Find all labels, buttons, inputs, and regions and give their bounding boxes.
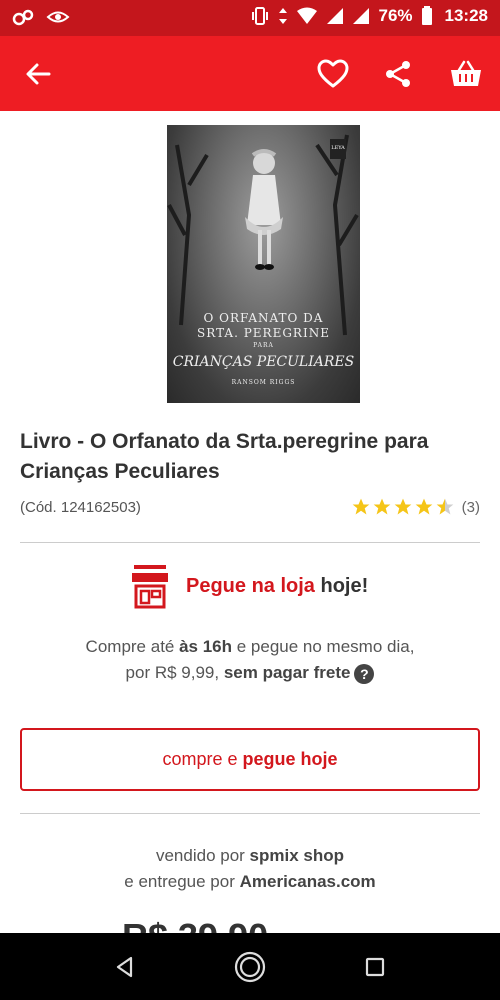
favorite-button[interactable] (313, 54, 353, 94)
nav-home-button[interactable] (233, 950, 267, 984)
pickup-info-line1: Compre até às 16h e pegue no mesmo dia, (0, 633, 500, 661)
vibrate-icon (252, 7, 269, 25)
cover-title-line4: CRIANÇAS PECULIARES (172, 354, 355, 370)
price-partial: R$ 39,90 (122, 918, 382, 934)
store-icon (132, 565, 168, 609)
star-icon (394, 498, 411, 515)
pickup-today-button[interactable]: compre e pegue hoje (20, 728, 480, 791)
half-star-icon (436, 498, 453, 515)
data-transfer-icon (279, 8, 288, 24)
battery-icon (421, 6, 432, 25)
system-nav-bar (0, 933, 500, 1000)
share-button[interactable] (378, 54, 418, 94)
price-value: R$ 39,90 (122, 918, 382, 934)
divider (20, 542, 480, 543)
triangle-back-icon (116, 956, 133, 978)
circle-home-icon (234, 951, 266, 983)
pickup-title: Pegue na loja hoje! (186, 575, 368, 598)
seller-name[interactable]: spmix shop (250, 846, 344, 865)
notification-icon (12, 9, 34, 26)
sold-by-label: vendido por (155, 846, 250, 865)
app-bar (0, 36, 500, 111)
nav-back-button[interactable] (108, 950, 142, 984)
delivery-company: Americanas.com (239, 872, 376, 891)
heart-icon (317, 59, 349, 88)
pickup-title-rest: hoje! (314, 574, 369, 597)
square-recents-icon (365, 957, 385, 977)
basket-icon (451, 60, 481, 86)
battery-percent: 76% (378, 6, 413, 25)
pickup-info-line2: por R$ 9,99, sem pagar frete? (0, 659, 500, 687)
delivered-by-label: e entregue por (124, 872, 240, 891)
seller-line2: e entregue por Americanas.com (0, 868, 500, 896)
product-image[interactable]: LEYA O ORFANATO DA SRTA. PEREGRINE PARA … (167, 125, 360, 403)
signal-icon-2 (353, 8, 370, 24)
share-icon (386, 61, 410, 87)
clock: 13:28 (444, 6, 488, 25)
pickup-button-label: compre e (162, 749, 238, 769)
star-icon (373, 498, 390, 515)
arrow-left-icon (26, 63, 51, 85)
cover-author: RANSOM RIGGS (231, 379, 296, 386)
status-bar: 76% 13:28 (0, 0, 500, 36)
cover-title-line2: SRTA. PEREGRINE (197, 326, 330, 340)
cover-publisher: LEYA (331, 145, 345, 151)
signal-icon (327, 8, 344, 24)
pickup-deadline: às 16h (179, 637, 233, 656)
eye-icon (46, 11, 70, 23)
pickup-price-text: por R$ 9,99, (125, 663, 224, 682)
pickup-button-label-bold: pegue hoje (242, 749, 338, 769)
cart-button[interactable] (446, 54, 486, 94)
product-code: (Cód. 124162503) (20, 499, 141, 516)
rating-stars (351, 497, 455, 517)
product-title: Livro - O Orfanato da Srta.peregrine par… (20, 430, 429, 483)
cover-title-line3: PARA (253, 342, 274, 349)
star-icon (352, 498, 369, 515)
rating[interactable]: (3) (351, 497, 480, 517)
cover-title-line1: O ORFANATO DA (203, 311, 324, 325)
rating-count: (3) (461, 498, 480, 516)
star-icon (415, 498, 432, 515)
book-cover: LEYA O ORFANATO DA SRTA. PEREGRINE PARA … (167, 125, 360, 403)
pickup-info-text: e pegue no mesmo dia, (232, 637, 415, 656)
help-icon[interactable]: ? (354, 663, 375, 684)
pickup-header: Pegue na loja hoje! (130, 563, 368, 609)
divider (20, 813, 480, 814)
no-shipping-text: sem pagar frete (223, 663, 351, 682)
pickup-info-text: Compre até (85, 637, 180, 656)
nav-recents-button[interactable] (358, 950, 392, 984)
pickup-title-highlight: Pegue na loja (186, 574, 315, 597)
wifi-icon (297, 7, 318, 24)
back-button[interactable] (18, 54, 58, 94)
seller-line1: vendido por spmix shop (0, 842, 500, 870)
